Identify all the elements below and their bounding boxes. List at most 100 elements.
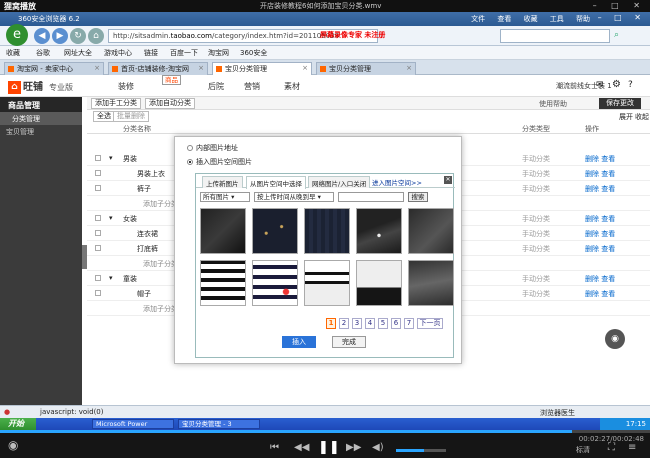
row-actions[interactable]: 删除 查看 — [585, 289, 615, 299]
row-actions[interactable]: 删除 查看 — [585, 154, 615, 164]
home-icon[interactable]: ⌂ — [88, 28, 104, 44]
image-thumbnail[interactable] — [356, 260, 402, 306]
eye-icon[interactable]: ◉ — [8, 438, 18, 452]
expand-toggle-icon[interactable]: ▾ — [109, 154, 113, 162]
page-1[interactable]: 1 — [326, 318, 336, 329]
browser-search-input[interactable] — [500, 29, 610, 43]
batch-delete-button[interactable]: 批量删除 — [113, 111, 149, 122]
page-2[interactable]: 2 — [339, 318, 349, 329]
volume-slider[interactable] — [396, 449, 446, 452]
mail-icon[interactable]: ✉ — [596, 80, 604, 90]
nav-marketing[interactable]: 营销 — [244, 81, 260, 92]
add-auto-category-button[interactable]: 添加自动分类 — [145, 98, 195, 109]
search-icon[interactable]: ⌕ — [614, 30, 619, 40]
row-checkbox[interactable] — [95, 230, 101, 236]
image-thumbnail[interactable] — [304, 208, 350, 254]
image-search-input[interactable] — [338, 192, 404, 202]
start-button[interactable]: 开始 — [0, 418, 36, 430]
taskbar-item[interactable]: 宝贝分类管理 - 3 — [178, 419, 260, 429]
expand-link[interactable]: 展开 — [619, 112, 633, 122]
row-actions[interactable]: 删除 查看 — [585, 184, 615, 194]
nav-decorate[interactable]: 装修 — [118, 81, 134, 92]
insert-button[interactable]: 插入 — [282, 336, 316, 348]
back-icon[interactable]: ◀ — [34, 28, 50, 44]
tab-from-space[interactable]: 从图片空间中选择 — [246, 176, 306, 189]
floating-helper-icon[interactable]: ◉ — [605, 329, 625, 349]
browser-tab[interactable]: 宝贝分类管理 × — [316, 62, 416, 75]
close-icon[interactable]: ✕ — [444, 176, 452, 184]
progress-bar[interactable] — [0, 430, 650, 433]
row-actions[interactable]: 删除 查看 — [585, 229, 615, 239]
image-thumbnail[interactable] — [252, 208, 298, 254]
help-icon[interactable]: ? — [628, 80, 633, 90]
row-actions[interactable]: 删除 查看 — [585, 274, 615, 284]
taskbar-item[interactable]: Microsoft Power — [92, 419, 174, 429]
image-thumbnail[interactable] — [408, 260, 454, 306]
row-checkbox[interactable] — [95, 215, 101, 221]
page-7[interactable]: 7 — [404, 318, 414, 329]
refresh-icon[interactable]: ↻ — [70, 28, 86, 44]
tab-network[interactable]: 网络图片/入口关闭 — [308, 176, 371, 188]
add-subcategory-link[interactable]: 添加子分类 — [143, 199, 178, 209]
close-icon[interactable]: × — [94, 64, 100, 72]
browser-menu[interactable]: 文件 查看 收藏 工具 帮助 — [471, 14, 590, 24]
radio-image-space[interactable]: 插入图片空间图片 — [187, 157, 252, 167]
sidebar-item-products[interactable]: 宝贝管理 — [0, 125, 82, 138]
open-image-space-link[interactable]: 进入图片空间>> — [372, 177, 422, 187]
row-checkbox[interactable] — [95, 170, 101, 176]
favorites-item[interactable]: 网址大全 — [64, 48, 92, 58]
browser-tab[interactable]: 首页-店铺装修-淘宝网 × — [108, 62, 208, 75]
menu-icon[interactable]: ≡ — [628, 442, 636, 453]
tab-upload[interactable]: 上传新图片 — [202, 176, 243, 188]
volume-icon[interactable]: ◀) — [372, 442, 384, 453]
row-checkbox[interactable] — [95, 245, 101, 251]
sidebar-item-category[interactable]: 分类管理 — [0, 112, 82, 125]
image-thumbnail[interactable] — [304, 260, 350, 306]
add-subcategory-link[interactable]: 添加子分类 — [143, 259, 178, 269]
image-thumbnail[interactable] — [200, 260, 246, 306]
close-icon[interactable]: × — [406, 64, 412, 72]
nav-products[interactable]: 商品 — [162, 75, 181, 85]
close-icon[interactable]: × — [302, 64, 308, 72]
page-6[interactable]: 6 — [391, 318, 401, 329]
sort-select[interactable]: 按上传时间从晚到早 ▾ — [254, 192, 334, 202]
pause-icon[interactable]: ❚❚ — [318, 440, 340, 455]
player-app-name[interactable]: 狸窝播放 — [4, 1, 36, 12]
nav-materials[interactable]: 素材 — [284, 81, 300, 92]
rewind-icon[interactable]: ◀◀ — [294, 442, 309, 453]
row-checkbox[interactable] — [95, 275, 101, 281]
favorites-item[interactable]: 360安全 — [240, 48, 267, 58]
favorites-item[interactable]: 淘宝网 — [208, 48, 229, 58]
row-actions[interactable]: 删除 查看 — [585, 214, 615, 224]
browser-tab-active[interactable]: 宝贝分类管理 × — [212, 62, 312, 75]
expand-toggle-icon[interactable]: ▾ — [109, 274, 113, 282]
browser-doctor[interactable]: 浏览器医生 — [540, 408, 575, 418]
favorites-item[interactable]: 游戏中心 — [104, 48, 132, 58]
help-link[interactable]: 使用帮助 — [539, 99, 567, 109]
row-checkbox[interactable] — [95, 290, 101, 296]
image-thumbnail[interactable] — [356, 208, 402, 254]
favorites-item[interactable]: 谷歌 — [36, 48, 50, 58]
image-thumbnail[interactable] — [408, 208, 454, 254]
favorites-item[interactable]: 百度一下 — [170, 48, 198, 58]
row-checkbox[interactable] — [95, 155, 101, 161]
expand-toggle-icon[interactable]: ▾ — [109, 214, 113, 222]
image-search-button[interactable]: 搜索 — [408, 192, 428, 202]
row-actions[interactable]: 删除 查看 — [585, 244, 615, 254]
browser-window-controls[interactable]: – □ ✕ — [598, 13, 646, 22]
image-thumbnail[interactable] — [200, 208, 246, 254]
image-thumbnail[interactable] — [252, 260, 298, 306]
row-actions[interactable]: 删除 查看 — [585, 169, 615, 179]
favorites-item[interactable]: 收藏 — [6, 48, 20, 58]
gear-icon[interactable]: ⚙ — [612, 79, 621, 90]
select-all-button[interactable]: 全选 — [93, 111, 115, 122]
browser-tab[interactable]: 淘宝网 - 卖家中心 × — [4, 62, 104, 75]
page-4[interactable]: 4 — [365, 318, 375, 329]
player-window-controls[interactable]: – □ ✕ — [593, 1, 646, 10]
row-checkbox[interactable] — [95, 185, 101, 191]
collapse-link[interactable]: 收起 — [635, 112, 649, 122]
nav-backyard[interactable]: 后院 — [208, 81, 224, 92]
fullscreen-icon[interactable]: ⛶ — [608, 442, 615, 453]
favorites-item[interactable]: 链接 — [144, 48, 158, 58]
album-select[interactable]: 所有图片 ▾ — [200, 192, 250, 202]
